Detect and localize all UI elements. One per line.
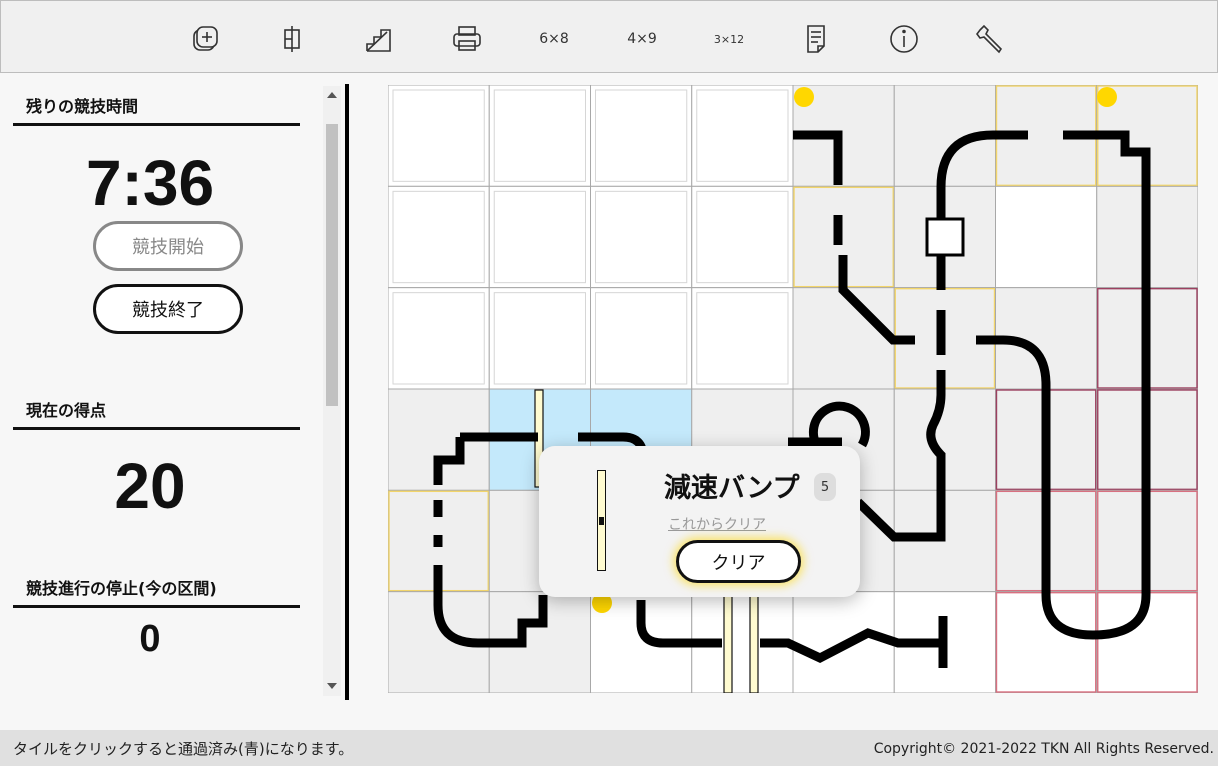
speed-bump-icon xyxy=(597,470,606,571)
board-tile[interactable] xyxy=(792,287,895,390)
clear-button[interactable]: クリア xyxy=(676,540,801,583)
popup-title: 減速バンプ xyxy=(664,473,800,504)
board-tile[interactable] xyxy=(488,287,591,390)
copyright-text: Copyright© 2021-2022 TKN All Rights Rese… xyxy=(873,741,1214,757)
board-tile[interactable] xyxy=(388,85,490,187)
footer: タイルをクリックすると通過済み(青)になります。 Copyright© 2021… xyxy=(0,730,1218,766)
settings-button[interactable] xyxy=(971,19,1011,59)
layout-6x8-button[interactable]: 6×8 xyxy=(524,19,584,59)
board-tile[interactable] xyxy=(691,185,794,289)
score-value: 20 xyxy=(114,450,186,522)
tile-popup: 減速バンプ 5 これからクリア クリア xyxy=(539,446,860,597)
wrench-icon xyxy=(976,24,1003,54)
hint-text: タイルをクリックすると通過済み(青)になります。 xyxy=(13,740,354,758)
scroll-thumb[interactable] xyxy=(326,124,338,406)
stop-value: 0 xyxy=(139,618,161,660)
toolbar: 6×8 4×9 3×12 xyxy=(0,0,1218,73)
stop-header: 競技進行の停止(今の区間) xyxy=(13,575,300,608)
document-icon xyxy=(807,25,825,53)
board-tile[interactable] xyxy=(590,185,693,289)
layout-3x12-button[interactable]: 3×12 xyxy=(699,19,759,59)
board-tile[interactable] xyxy=(691,287,794,390)
split-icon xyxy=(284,26,300,52)
board-tile[interactable] xyxy=(488,85,591,187)
start-button[interactable]: 競技開始 xyxy=(93,221,243,271)
board-tile[interactable] xyxy=(590,85,693,187)
stairs-button[interactable] xyxy=(359,19,399,59)
remaining-time: 7:36 xyxy=(85,147,215,219)
score-header: 現在の得点 xyxy=(13,397,300,430)
scroll-up-icon[interactable] xyxy=(327,92,337,98)
side-scrollbar[interactable] xyxy=(323,86,341,696)
obstacle-block xyxy=(925,217,965,257)
print-icon xyxy=(453,26,481,51)
checkpoint-marker xyxy=(794,87,814,107)
checkpoint-marker xyxy=(1097,87,1117,107)
board-tile[interactable] xyxy=(388,185,490,289)
info-button[interactable] xyxy=(884,19,924,59)
layout-4x9-button[interactable]: 4×9 xyxy=(612,19,672,59)
board-tile[interactable] xyxy=(488,185,591,289)
time-header: 残りの競技時間 xyxy=(13,93,300,126)
board-tile[interactable] xyxy=(388,287,490,390)
board-tile[interactable] xyxy=(995,185,1098,289)
print-button[interactable] xyxy=(447,19,487,59)
info-icon xyxy=(890,25,918,53)
end-button[interactable]: 競技終了 xyxy=(93,284,243,334)
document-button[interactable] xyxy=(796,19,836,59)
split-button[interactable] xyxy=(272,19,312,59)
panel-divider xyxy=(345,84,349,700)
points-badge: 5 xyxy=(814,473,836,501)
board-tile[interactable] xyxy=(691,85,794,187)
clear-later-link[interactable]: これからクリア xyxy=(668,514,766,534)
board-canvas xyxy=(388,85,1198,693)
course-board xyxy=(388,85,1198,693)
board-tile[interactable] xyxy=(590,287,693,390)
scroll-down-icon[interactable] xyxy=(327,683,337,689)
stairs-icon xyxy=(366,29,391,52)
add-tile-button[interactable] xyxy=(185,19,225,59)
side-panel: 残りの競技時間 7:36 競技開始 競技終了 現在の得点 20 競技進行の停止(… xyxy=(0,74,322,730)
add-icon xyxy=(193,26,218,51)
